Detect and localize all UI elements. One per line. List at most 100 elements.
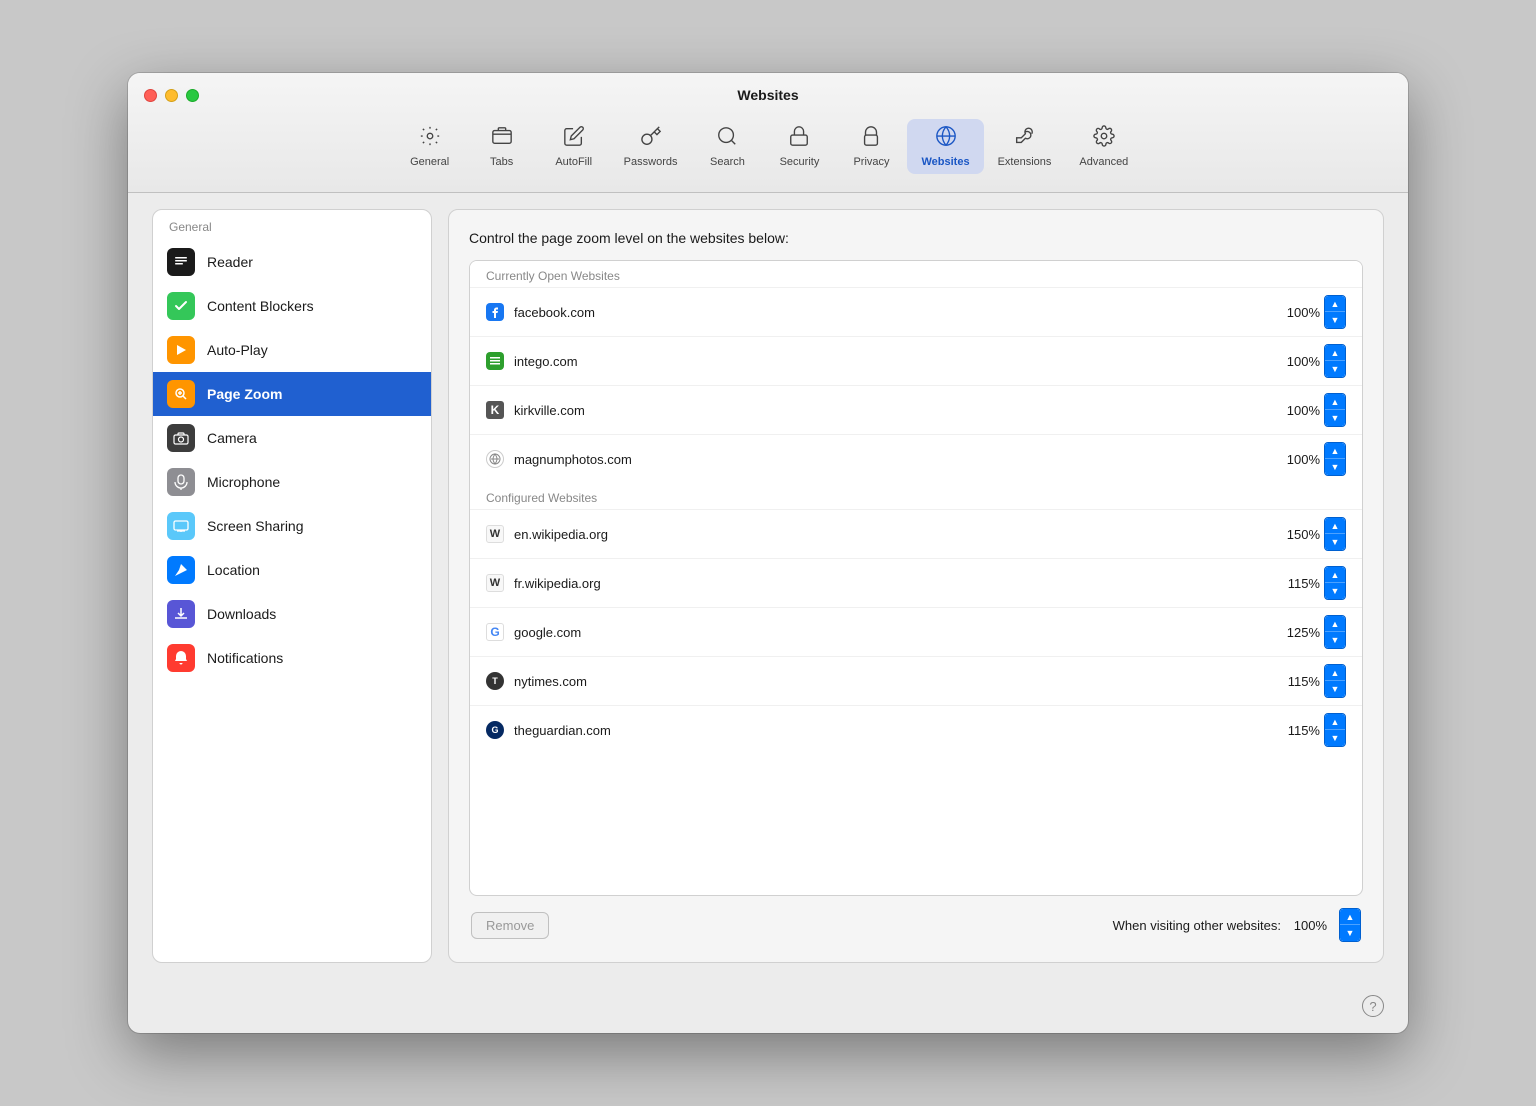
- zoom-value-guardian: 115%: [1282, 723, 1320, 738]
- zoom-stepper-google: 125% ▲ ▼: [1282, 615, 1346, 649]
- sidebar-item-location[interactable]: Location: [153, 548, 431, 592]
- stepper-intego[interactable]: ▲ ▼: [1324, 344, 1346, 378]
- stepper-down-google[interactable]: ▼: [1325, 632, 1345, 648]
- content-blockers-icon: [167, 292, 195, 320]
- toolbar-item-websites[interactable]: Websites: [907, 119, 983, 174]
- stepper-up-google[interactable]: ▲: [1325, 616, 1345, 632]
- stepper-up-guardian[interactable]: ▲: [1325, 714, 1345, 730]
- help-button[interactable]: ?: [1362, 995, 1384, 1017]
- sidebar-item-content-blockers[interactable]: Content Blockers: [153, 284, 431, 328]
- stepper-google[interactable]: ▲ ▼: [1324, 615, 1346, 649]
- stepper-down-magnum[interactable]: ▼: [1325, 459, 1345, 475]
- sidebar-item-microphone-label: Microphone: [207, 474, 280, 490]
- websites-label: Websites: [921, 156, 969, 168]
- stepper-down-kirkville[interactable]: ▼: [1325, 410, 1345, 426]
- remove-button[interactable]: Remove: [471, 912, 549, 939]
- stepper-up-kirkville[interactable]: ▲: [1325, 394, 1345, 410]
- sidebar-item-location-label: Location: [207, 562, 260, 578]
- site-name-wikipedia-fr: fr.wikipedia.org: [514, 576, 1272, 591]
- zoom-value-facebook: 100%: [1282, 305, 1320, 320]
- notifications-icon: [167, 644, 195, 672]
- other-websites-stepper-up[interactable]: ▲: [1340, 909, 1360, 925]
- location-icon: [167, 556, 195, 584]
- zoom-stepper-magnum: 100% ▲ ▼: [1282, 442, 1346, 476]
- downloads-icon: [167, 600, 195, 628]
- other-websites-stepper-down[interactable]: ▼: [1340, 925, 1360, 941]
- site-name-wikipedia-en: en.wikipedia.org: [514, 527, 1272, 542]
- passwords-label: Passwords: [624, 156, 678, 168]
- tabs-label: Tabs: [490, 156, 513, 168]
- site-name-intego: intego.com: [514, 354, 1272, 369]
- stepper-up-facebook[interactable]: ▲: [1325, 296, 1345, 312]
- stepper-down-nytimes[interactable]: ▼: [1325, 681, 1345, 697]
- zoom-stepper-guardian: 115% ▲ ▼: [1282, 713, 1346, 747]
- close-button[interactable]: [144, 89, 157, 102]
- camera-icon: [167, 424, 195, 452]
- page-zoom-icon: [167, 380, 195, 408]
- toolbar: General Tabs: [394, 115, 1143, 182]
- toolbar-item-privacy[interactable]: Privacy: [835, 119, 907, 174]
- wikipedia-fr-favicon: W: [486, 574, 504, 592]
- site-name-google: google.com: [514, 625, 1272, 640]
- privacy-label: Privacy: [853, 156, 889, 168]
- stepper-up-wikipedia-en[interactable]: ▲: [1325, 518, 1345, 534]
- google-favicon: G: [486, 623, 504, 641]
- stepper-up-wikipedia-fr[interactable]: ▲: [1325, 567, 1345, 583]
- toolbar-item-extensions[interactable]: Extensions: [984, 119, 1066, 174]
- magnum-favicon: [486, 450, 504, 468]
- sidebar-item-page-zoom[interactable]: Page Zoom: [153, 372, 431, 416]
- window-title: Websites: [737, 87, 798, 103]
- toolbar-item-autofill[interactable]: AutoFill: [538, 119, 610, 174]
- stepper-down-wikipedia-en[interactable]: ▼: [1325, 534, 1345, 550]
- configured-websites-header: Configured Websites: [470, 483, 1362, 509]
- stepper-down-facebook[interactable]: ▼: [1325, 312, 1345, 328]
- zoom-stepper-facebook: 100% ▲ ▼: [1282, 295, 1346, 329]
- toolbar-item-security[interactable]: Security: [763, 119, 835, 174]
- minimize-button[interactable]: [165, 89, 178, 102]
- zoom-value-nytimes: 115%: [1282, 674, 1320, 689]
- sidebar-item-auto-play[interactable]: Auto-Play: [153, 328, 431, 372]
- stepper-nytimes[interactable]: ▲ ▼: [1324, 664, 1346, 698]
- stepper-facebook[interactable]: ▲ ▼: [1324, 295, 1346, 329]
- stepper-down-guardian[interactable]: ▼: [1325, 730, 1345, 746]
- sidebar-item-reader[interactable]: Reader: [153, 240, 431, 284]
- zoom-stepper-wikipedia-fr: 115% ▲ ▼: [1282, 566, 1346, 600]
- stepper-down-wikipedia-fr[interactable]: ▼: [1325, 583, 1345, 599]
- table-row: intego.com 100% ▲ ▼: [470, 336, 1362, 385]
- stepper-down-intego[interactable]: ▼: [1325, 361, 1345, 377]
- sidebar-item-downloads-label: Downloads: [207, 606, 276, 622]
- toolbar-item-search[interactable]: Search: [691, 119, 763, 174]
- stepper-kirkville[interactable]: ▲ ▼: [1324, 393, 1346, 427]
- other-websites-stepper[interactable]: ▲ ▼: [1339, 908, 1361, 942]
- toolbar-item-passwords[interactable]: Passwords: [610, 119, 692, 174]
- stepper-wikipedia-en[interactable]: ▲ ▼: [1324, 517, 1346, 551]
- sidebar-item-notifications[interactable]: Notifications: [153, 636, 431, 680]
- sidebar-item-downloads[interactable]: Downloads: [153, 592, 431, 636]
- stepper-magnum[interactable]: ▲ ▼: [1324, 442, 1346, 476]
- other-websites-control: When visiting other websites: 100% ▲ ▼: [1113, 908, 1361, 942]
- table-row: T nytimes.com 115% ▲ ▼: [470, 656, 1362, 705]
- sidebar-item-camera[interactable]: Camera: [153, 416, 431, 460]
- passwords-icon: [640, 125, 662, 153]
- other-websites-zoom: 100%: [1289, 918, 1327, 933]
- stepper-up-intego[interactable]: ▲: [1325, 345, 1345, 361]
- table-row: K kirkville.com 100% ▲ ▼: [470, 385, 1362, 434]
- zoom-stepper-nytimes: 115% ▲ ▼: [1282, 664, 1346, 698]
- bottom-bar: Remove When visiting other websites: 100…: [469, 908, 1363, 942]
- toolbar-item-general[interactable]: General: [394, 119, 466, 174]
- sidebar-item-reader-label: Reader: [207, 254, 253, 270]
- wikipedia-en-favicon: W: [486, 525, 504, 543]
- maximize-button[interactable]: [186, 89, 199, 102]
- stepper-wikipedia-fr[interactable]: ▲ ▼: [1324, 566, 1346, 600]
- stepper-up-nytimes[interactable]: ▲: [1325, 665, 1345, 681]
- sidebar-scroll[interactable]: Reader Content Blockers: [153, 240, 431, 962]
- toolbar-item-tabs[interactable]: Tabs: [466, 119, 538, 174]
- sidebar-item-screen-sharing[interactable]: Screen Sharing: [153, 504, 431, 548]
- sidebar-item-microphone[interactable]: Microphone: [153, 460, 431, 504]
- stepper-up-magnum[interactable]: ▲: [1325, 443, 1345, 459]
- extensions-icon: [1013, 125, 1035, 153]
- traffic-lights: [144, 89, 199, 102]
- stepper-guardian[interactable]: ▲ ▼: [1324, 713, 1346, 747]
- toolbar-item-advanced[interactable]: Advanced: [1065, 119, 1142, 174]
- sidebar-item-auto-play-label: Auto-Play: [207, 342, 268, 358]
